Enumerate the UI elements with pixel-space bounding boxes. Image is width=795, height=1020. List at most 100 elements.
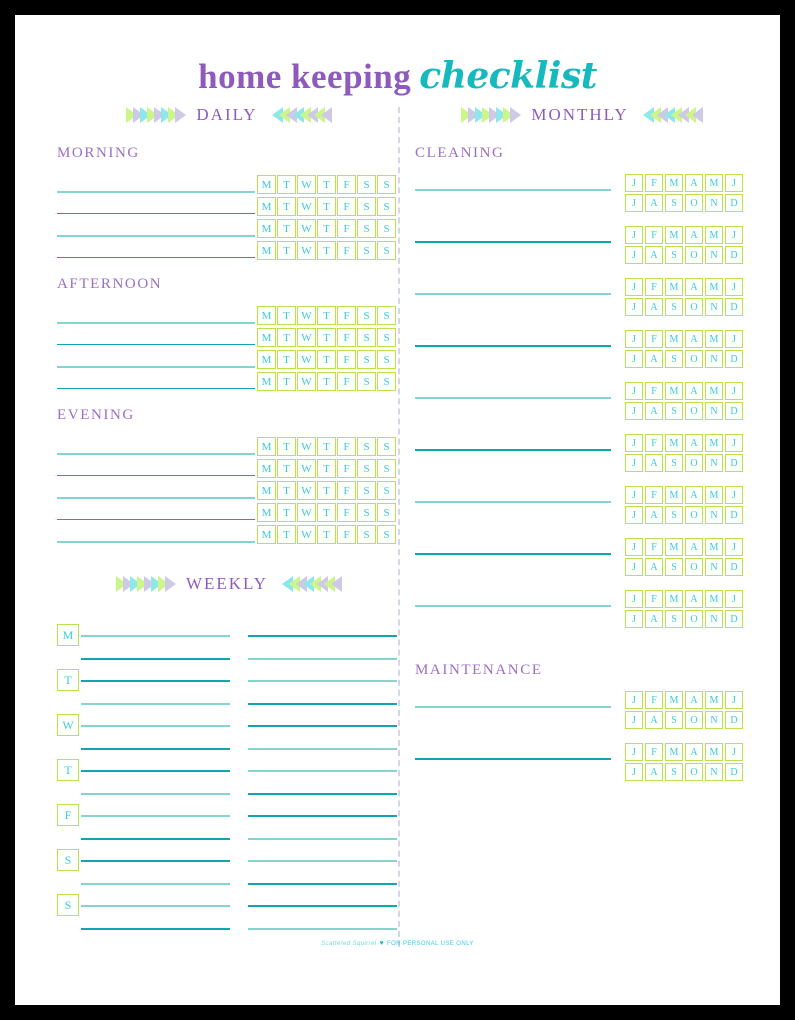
month-checkbox[interactable]: A [645,350,663,368]
day-checkbox[interactable]: T [277,197,296,216]
day-checkbox[interactable]: S [377,350,396,369]
month-checkbox[interactable]: D [725,298,743,316]
month-checkbox[interactable]: J [625,246,643,264]
task-write-in-line[interactable] [415,501,611,503]
day-checkbox[interactable]: W [297,197,316,216]
month-checkbox[interactable]: S [665,350,683,368]
month-checkbox[interactable]: A [645,558,663,576]
task-write-in-line[interactable] [57,322,255,324]
month-checkbox[interactable]: O [685,350,703,368]
task-write-in-line[interactable] [415,241,611,243]
task-write-in-line[interactable] [415,706,611,708]
task-write-in-line[interactable] [57,191,255,193]
day-checkbox[interactable]: T [317,175,336,194]
day-checkbox[interactable]: S [357,197,376,216]
weekly-write-in-line[interactable] [248,860,397,862]
month-checkbox[interactable]: A [645,298,663,316]
day-checkbox[interactable]: S [357,175,376,194]
month-checkbox[interactable]: J [625,691,643,709]
month-checkbox[interactable]: F [645,226,663,244]
task-write-in-line[interactable] [415,449,611,451]
month-checkbox[interactable]: M [665,538,683,556]
month-checkbox[interactable]: M [705,278,723,296]
task-write-in-line[interactable] [57,497,255,499]
month-checkbox[interactable]: M [665,434,683,452]
month-checkbox[interactable]: N [705,194,723,212]
month-checkbox[interactable]: N [705,350,723,368]
month-checkbox[interactable]: S [665,558,683,576]
month-checkbox[interactable]: A [645,246,663,264]
month-checkbox[interactable]: A [685,691,703,709]
day-checkbox[interactable]: M [257,241,276,260]
weekly-write-in-line[interactable] [248,725,397,727]
month-checkbox[interactable]: M [665,226,683,244]
day-checkbox[interactable]: T [317,503,336,522]
month-checkbox[interactable]: O [685,402,703,420]
weekly-write-in-line[interactable] [248,680,397,682]
month-checkbox[interactable]: O [685,194,703,212]
day-checkbox[interactable]: F [337,197,356,216]
month-checkbox[interactable]: J [725,538,743,556]
day-checkbox[interactable]: S [357,350,376,369]
month-checkbox[interactable]: N [705,558,723,576]
day-checkbox[interactable]: S [377,525,396,544]
month-checkbox[interactable]: M [665,590,683,608]
day-checkbox[interactable]: T [277,175,296,194]
month-checkbox[interactable]: J [625,434,643,452]
month-checkbox[interactable]: O [685,610,703,628]
day-checkbox[interactable]: M [257,328,276,347]
weekly-write-in-line[interactable] [81,725,230,727]
month-checkbox[interactable]: M [665,743,683,761]
weekly-day-badge[interactable]: F [57,804,79,826]
month-checkbox[interactable]: J [725,743,743,761]
weekly-write-in-line[interactable] [81,770,230,772]
weekly-write-in-line[interactable] [81,928,230,930]
month-checkbox[interactable]: F [645,434,663,452]
day-checkbox[interactable]: T [277,241,296,260]
day-checkbox[interactable]: T [317,350,336,369]
weekly-write-in-line[interactable] [248,905,397,907]
day-checkbox[interactable]: T [277,437,296,456]
month-checkbox[interactable]: F [645,486,663,504]
month-checkbox[interactable]: S [665,454,683,472]
day-checkbox[interactable]: T [277,306,296,325]
month-checkbox[interactable]: J [625,174,643,192]
day-checkbox[interactable]: S [357,328,376,347]
month-checkbox[interactable]: A [645,711,663,729]
day-checkbox[interactable]: T [317,306,336,325]
month-checkbox[interactable]: M [705,743,723,761]
month-checkbox[interactable]: O [685,298,703,316]
month-checkbox[interactable]: A [685,743,703,761]
month-checkbox[interactable]: A [685,486,703,504]
month-checkbox[interactable]: N [705,246,723,264]
day-checkbox[interactable]: S [377,372,396,391]
task-write-in-line[interactable] [57,344,255,345]
month-checkbox[interactable]: O [685,558,703,576]
month-checkbox[interactable]: O [685,763,703,781]
month-checkbox[interactable]: A [685,382,703,400]
month-checkbox[interactable]: J [625,330,643,348]
weekly-write-in-line[interactable] [81,635,230,637]
day-checkbox[interactable]: F [337,503,356,522]
day-checkbox[interactable]: W [297,328,316,347]
day-checkbox[interactable]: F [337,219,356,238]
day-checkbox[interactable]: M [257,219,276,238]
day-checkbox[interactable]: S [357,372,376,391]
day-checkbox[interactable]: F [337,175,356,194]
day-checkbox[interactable]: M [257,437,276,456]
month-checkbox[interactable]: A [645,763,663,781]
day-checkbox[interactable]: T [277,328,296,347]
month-checkbox[interactable]: J [625,350,643,368]
month-checkbox[interactable]: M [705,434,723,452]
month-checkbox[interactable]: J [625,486,643,504]
month-checkbox[interactable]: F [645,743,663,761]
weekly-write-in-line[interactable] [248,928,397,930]
month-checkbox[interactable]: J [625,278,643,296]
month-checkbox[interactable]: J [725,278,743,296]
day-checkbox[interactable]: S [377,241,396,260]
day-checkbox[interactable]: W [297,459,316,478]
month-checkbox[interactable]: M [705,382,723,400]
month-checkbox[interactable]: F [645,691,663,709]
day-checkbox[interactable]: S [357,437,376,456]
month-checkbox[interactable]: F [645,330,663,348]
